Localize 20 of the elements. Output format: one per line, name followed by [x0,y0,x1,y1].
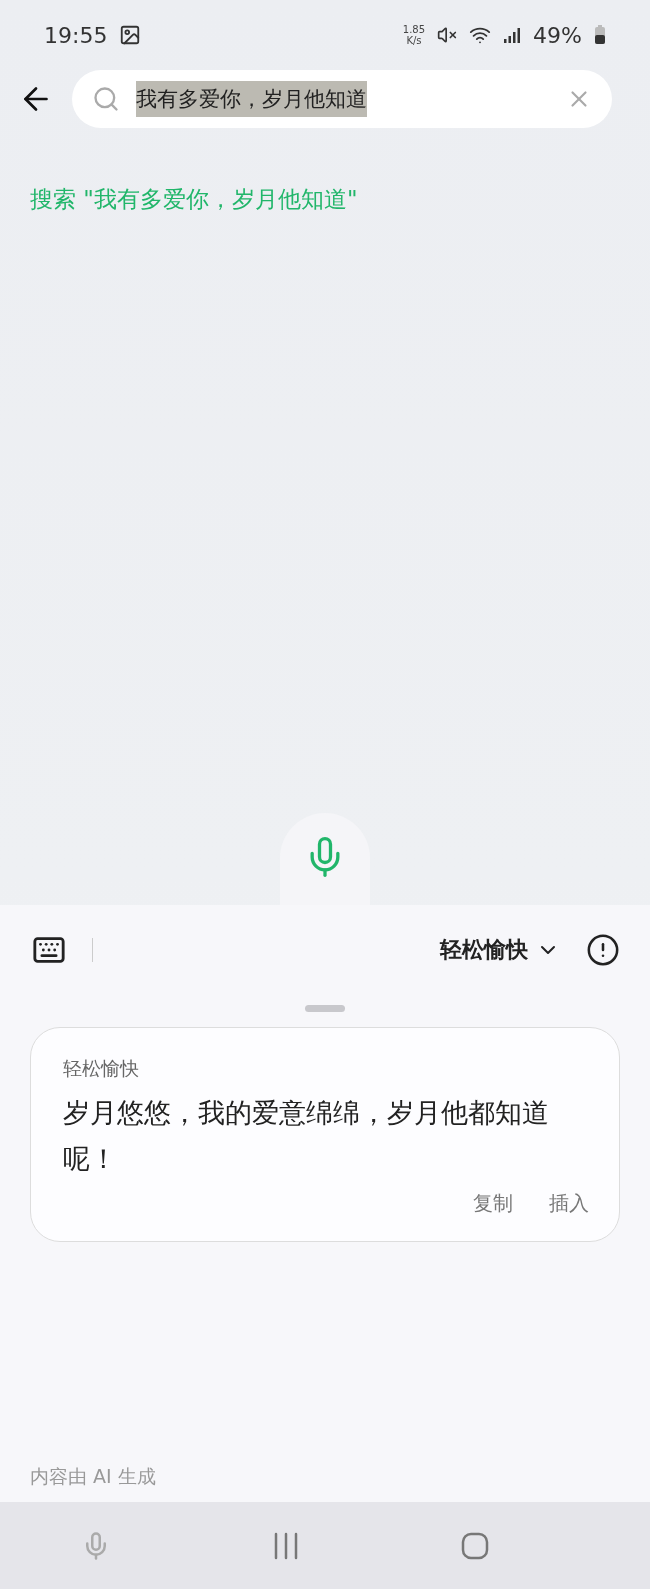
mute-icon [437,25,458,45]
network-speed: 1.85 K/s [402,24,426,46]
battery-level: 49% [533,22,582,48]
card-action[interactable]: 复制 [473,1190,513,1217]
search-text: 我有多爱你，岁月他知道 [136,81,367,117]
info-icon[interactable] [586,933,620,967]
home-icon[interactable] [461,1531,490,1560]
result-text: 岁月悠悠，我的爱意绵绵，岁月他都知道呢！ [63,1096,550,1176]
card-label: 轻松愉快 [63,1056,140,1081]
ai-notice: 内容由 AI 生成 [30,1464,157,1489]
signal-icon [503,26,522,44]
search-icon [92,85,120,113]
drag-handle[interactable] [305,1005,345,1012]
search-field[interactable]: 我有多爱你，岁月他知道 [72,70,612,128]
status-time: 19:55 [44,22,108,48]
style-dropdown[interactable]: 轻松愉快 [440,935,560,965]
card-action[interactable]: 插入 [549,1190,589,1217]
recent-apps-icon[interactable] [272,1531,300,1560]
image-icon [119,24,142,46]
battery-icon [594,25,606,45]
